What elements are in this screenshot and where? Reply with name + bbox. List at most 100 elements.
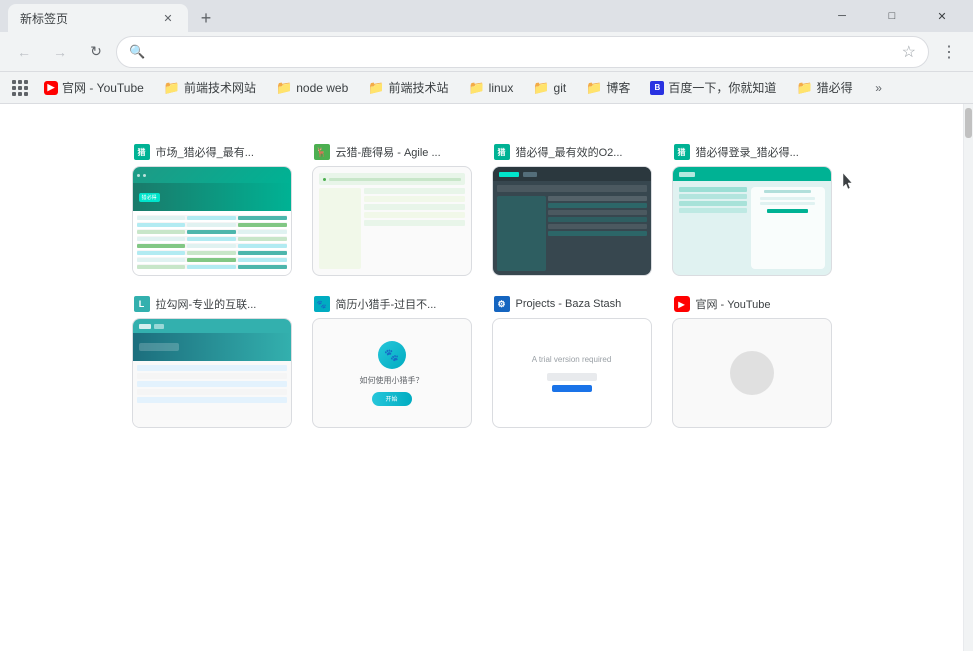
thumb-title-8: 官网 - YouTube: [696, 296, 830, 312]
baidu-favicon-icon: B: [650, 81, 664, 95]
xiaolieshou-content: 🐾 如何使用小猎手？ 开始: [313, 319, 471, 427]
back-button[interactable]: ←: [8, 36, 40, 68]
bookmark-item-yt[interactable]: ▶ 官网 - YouTube: [36, 76, 152, 100]
thumb-image-3: [492, 166, 652, 276]
yt-loading-circle: [730, 351, 774, 395]
thumb-header-8: ▶ 官网 - YouTube: [672, 296, 832, 312]
thumb-image-7: A trial version required: [492, 318, 652, 428]
thumb-card-3[interactable]: 猎 猎必得_最有效的O2...: [492, 144, 652, 276]
bookmark-label-qz: 前端技术站: [388, 79, 448, 96]
thumb-favicon-4: 猎: [674, 144, 690, 160]
bookmark-folder-liepin[interactable]: 📁 猎必得: [788, 76, 860, 100]
tab-title: 新标签页: [20, 10, 152, 27]
thumb-favicon-6: 🐾: [314, 296, 330, 312]
bookmark-folder-linux[interactable]: 📁 linux: [460, 76, 521, 100]
thumb-card-2[interactable]: 🦌 云猎-鹿得易 - Agile ...: [312, 144, 472, 276]
liepin-detail-1: 猎必得: [133, 167, 291, 275]
new-tab-page: 猎 市场_猎必得_最有... 猎必得: [0, 104, 963, 651]
thumbnails-grid: 猎 市场_猎必得_最有... 猎必得: [132, 144, 832, 428]
thumb-card-6[interactable]: 🐾 简历小猎手-过目不... 🐾 如何使用小猎手？ 开始: [312, 296, 472, 428]
bookmarks-bar: ▶ 官网 - YouTube 📁 前端技术网站 📁 node web 📁 前端技…: [0, 72, 973, 104]
thumb-card-7[interactable]: ⚙ Projects - Baza Stash A trial version …: [492, 296, 652, 428]
thumb-image-5: [132, 318, 292, 428]
bookmark-label-blog: 博客: [606, 79, 630, 96]
scrollbar-track: [964, 104, 973, 651]
thumb-header-5: L 拉勾网-专业的互联...: [132, 296, 292, 312]
folder-icon: 📁: [586, 80, 602, 96]
thumb-header-6: 🐾 简历小猎手-过目不...: [312, 296, 472, 312]
thumb-title-7: Projects - Baza Stash: [516, 298, 650, 310]
bookmark-folder-blog[interactable]: 📁 博客: [578, 76, 638, 100]
bookmark-folder-node-web[interactable]: 📁 node web: [268, 76, 356, 100]
thumb-image-2: [312, 166, 472, 276]
apps-button[interactable]: [8, 76, 32, 100]
liepin-login-content: [673, 167, 831, 275]
bookmark-folder-qianduan-zhan[interactable]: 📁 前端技术站: [360, 76, 456, 100]
liepin-hero-1: 猎必得: [133, 183, 291, 211]
bookmark-label-linux: linux: [489, 81, 514, 95]
bookmark-item-baidu[interactable]: B 百度一下，你就知道: [642, 76, 784, 100]
xiaolieshou-text: 如何使用小猎手？: [360, 375, 424, 386]
refresh-button[interactable]: ↻: [80, 36, 112, 68]
thumb-favicon-5: L: [134, 296, 150, 312]
bookmark-label-baidu: 百度一下，你就知道: [668, 79, 776, 96]
bookmark-label-nw: node web: [296, 81, 348, 95]
thumb-card-5[interactable]: L 拉勾网-专业的互联...: [132, 296, 292, 428]
lagou-content: [133, 319, 291, 427]
bookmark-star-icon[interactable]: ☆: [902, 42, 916, 62]
forward-button[interactable]: →: [44, 36, 76, 68]
bookmarks-more-button[interactable]: »: [867, 76, 891, 100]
thumb-header-1: 猎 市场_猎必得_最有...: [132, 144, 292, 160]
liepin-o2-content: [493, 167, 651, 275]
address-input[interactable]: [153, 44, 893, 60]
chrome-menu-button[interactable]: ⋮: [933, 36, 965, 68]
address-bar-container: 🔍 ☆: [116, 36, 929, 68]
thumb-title-4: 猎必得登录_猎必得...: [696, 144, 830, 160]
tab-strip: 新标签页 ✕ +: [8, 0, 811, 32]
scrollbar-thumb[interactable]: [965, 108, 972, 138]
liepin-body-1: [133, 211, 291, 273]
thumb-header-3: 猎 猎必得_最有效的O2...: [492, 144, 652, 160]
thumb-title-1: 市场_猎必得_最有...: [156, 144, 290, 160]
thumb-card-1[interactable]: 猎 市场_猎必得_最有... 猎必得: [132, 144, 292, 276]
bookmark-label-yt: 官网 - YouTube: [62, 79, 144, 96]
yt-content: [673, 319, 831, 427]
baza-email-text: A trial version required: [524, 354, 620, 365]
thumb-title-2: 云猎-鹿得易 - Agile ...: [336, 144, 470, 160]
folder-icon: 📁: [368, 80, 384, 96]
toolbar: ← → ↻ 🔍 ☆ ⋮: [0, 32, 973, 72]
thumb-image-6: 🐾 如何使用小猎手？ 开始: [312, 318, 472, 428]
baza-submit-btn: [552, 385, 592, 392]
thumb-header-7: ⚙ Projects - Baza Stash: [492, 296, 652, 312]
folder-icon: 📁: [276, 80, 292, 96]
minimize-button[interactable]: ─: [819, 2, 865, 30]
thumb-header-4: 猎 猎必得登录_猎必得...: [672, 144, 832, 160]
thumb-card-8[interactable]: ▶ 官网 - YouTube: [672, 296, 832, 428]
maximize-button[interactable]: □: [869, 2, 915, 30]
folder-icon: 📁: [164, 80, 180, 96]
bookmark-folder-qianduan-net[interactable]: 📁 前端技术网站: [156, 76, 264, 100]
folder-icon: 📁: [533, 80, 549, 96]
scrollbar[interactable]: [963, 104, 973, 651]
main-content: 猎 市场_猎必得_最有... 猎必得: [0, 104, 973, 651]
thumb-favicon-2: 🦌: [314, 144, 330, 160]
bookmark-folder-git[interactable]: 📁 git: [525, 76, 574, 100]
bookmark-label-liepin: 猎必得: [817, 79, 853, 96]
xiaolieshou-btn: 开始: [372, 392, 412, 406]
baza-content: A trial version required: [493, 319, 651, 427]
liepin-nav-1: [133, 167, 291, 183]
new-tab-button[interactable]: +: [192, 4, 220, 32]
thumb-favicon-1: 猎: [134, 144, 150, 160]
xiaolieshou-logo: 🐾: [378, 341, 406, 369]
thumb-favicon-3: 猎: [494, 144, 510, 160]
thumb-title-5: 拉勾网-专业的互联...: [156, 296, 290, 312]
thumb-card-4[interactable]: 猎 猎必得登录_猎必得...: [672, 144, 832, 276]
thumb-header-2: 🦌 云猎-鹿得易 - Agile ...: [312, 144, 472, 160]
title-bar: 新标签页 ✕ + ─ □ ✕: [0, 0, 973, 32]
tab-close-button[interactable]: ✕: [160, 10, 176, 26]
close-button[interactable]: ✕: [919, 2, 965, 30]
active-tab[interactable]: 新标签页 ✕: [8, 4, 188, 32]
yunlie-content: [313, 167, 471, 275]
yt-favicon-icon: ▶: [44, 81, 58, 95]
thumb-favicon-7: ⚙: [494, 296, 510, 312]
